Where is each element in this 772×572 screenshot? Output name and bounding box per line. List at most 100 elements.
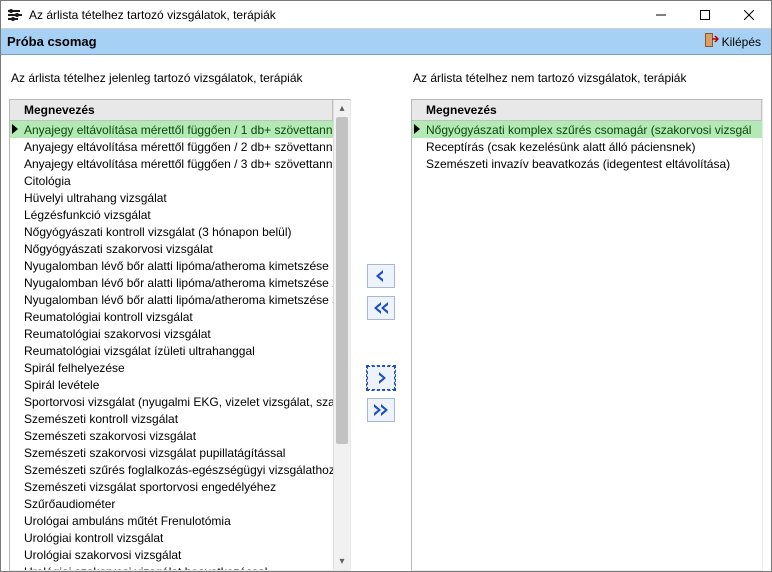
left-list-header[interactable]: Megnevezés [10, 100, 333, 121]
list-item-label: Sportorvosi vizsgálat (nyugalmi EKG, viz… [24, 395, 333, 409]
window-buttons [639, 1, 771, 28]
list-item-label: Nyugalomban lévő bőr alatti lipóma/ather… [24, 276, 333, 290]
package-label: Próba csomag [7, 34, 699, 49]
chevron-right-icon [373, 371, 389, 385]
list-item[interactable]: Reumatológiai kontroll vizsgálat [10, 308, 333, 325]
list-item-label: Spirál felhelyezése [24, 361, 125, 375]
list-item-label: Reumatológiai szakorvosi vizsgálat [24, 327, 211, 341]
list-item[interactable]: Anyajegy eltávolítása mérettől függően /… [10, 121, 333, 138]
list-item-label: Receptírás (csak kezelésünk alatt álló p… [426, 140, 695, 154]
list-item-label: Szűrőaudiométer [24, 497, 115, 511]
list-item-label: Urológiai szakorvosi vizsgálat beavatkoz… [24, 565, 267, 570]
list-item-label: Nyugalomban lévő bőr alatti lipóma/ather… [24, 293, 333, 307]
list-item[interactable]: Anyajegy eltávolítása mérettől függően /… [10, 155, 333, 172]
left-rows: Anyajegy eltávolítása mérettől függően /… [10, 121, 333, 570]
list-item[interactable]: Hüvelyi ultrahang vizsgálat [10, 189, 333, 206]
list-item[interactable]: Szemészeti vizsgálat sportorvosi engedél… [10, 478, 333, 495]
transfer-buttons [359, 55, 403, 571]
list-item[interactable]: Anyajegy eltávolítása mérettől függően /… [10, 138, 333, 155]
minimize-button[interactable] [639, 1, 683, 28]
toolbar: Próba csomag Kilépés [1, 29, 771, 55]
list-item-label: Szemészeti vizsgálat sportorvosi engedél… [24, 480, 276, 494]
list-item[interactable]: Szemészeti szűrés foglalkozás-egészségüg… [10, 461, 333, 478]
double-chevron-left-icon [373, 301, 389, 315]
left-panel-caption: Az árlista tételhez jelenleg tartozó viz… [9, 65, 351, 99]
list-item-label: Anyajegy eltávolítása mérettől függően /… [24, 123, 333, 137]
list-item-label: Reumatológiai kontroll vizsgálat [24, 310, 193, 324]
list-item[interactable]: Urológiai szakorvosi vizsgálat beavatkoz… [10, 563, 333, 570]
list-item[interactable]: Urológai ambuláns műtét Frenulotómia [10, 512, 333, 529]
maximize-button[interactable] [683, 1, 727, 28]
list-item-label: Reumatológiai vizsgálat ízületi ultrahan… [24, 344, 255, 358]
move-all-right-button[interactable] [367, 398, 395, 422]
list-item[interactable]: Receptírás (csak kezelésünk alatt álló p… [412, 138, 762, 155]
app-icon [7, 7, 23, 23]
list-item-label: Szemészeti szakorvosi vizsgálat [24, 429, 196, 443]
caret-icon [414, 124, 420, 134]
main-area: Az árlista tételhez jelenleg tartozó viz… [1, 55, 771, 571]
list-item[interactable]: Nőgyógyászati szakorvosi vizsgálat [10, 240, 333, 257]
list-item[interactable]: Urológiai szakorvosi vizsgálat [10, 546, 333, 563]
list-item[interactable]: Szemészeti kontroll vizsgálat [10, 410, 333, 427]
list-item-label: Spirál levétele [24, 378, 99, 392]
scroll-down-button[interactable]: ▾ [334, 553, 350, 570]
left-list-wrap: Megnevezés Anyajegy eltávolítása mérettő… [9, 99, 351, 571]
scroll-up-button[interactable]: ▴ [334, 100, 350, 117]
list-item[interactable]: Spirál levétele [10, 376, 333, 393]
right-list-wrap: Megnevezés Nőgyógyászati komplex szűrés … [411, 99, 763, 571]
chevron-left-icon [373, 269, 389, 283]
exit-button-label: Kilépés [722, 35, 761, 49]
move-right-button[interactable] [367, 366, 395, 390]
scroll-track[interactable] [334, 117, 350, 553]
move-left-button[interactable] [367, 264, 395, 288]
list-item-label: Szemészeti kontroll vizsgálat [24, 412, 178, 426]
list-item[interactable]: Szemészeti szakorvosi vizsgálat [10, 427, 333, 444]
list-item-label: Nyugalomban lévő bőr alatti lipóma/ather… [24, 259, 333, 273]
list-item-label: Szemészeti szakorvosi vizsgálat pupillat… [24, 446, 285, 460]
right-panel: Az árlista tételhez nem tartozó vizsgála… [403, 55, 771, 571]
list-item[interactable]: Spirál felhelyezése [10, 359, 333, 376]
list-item-label: Légzésfunkció vizsgálat [24, 208, 151, 222]
list-item-label: Szemészeti invazív beavatkozás (idegente… [426, 157, 730, 171]
exit-button[interactable]: Kilépés [699, 30, 765, 53]
right-list-header[interactable]: Megnevezés [412, 100, 762, 121]
double-chevron-right-icon [373, 403, 389, 417]
list-item[interactable]: Nyugalomban lévő bőr alatti lipóma/ather… [10, 257, 333, 274]
titlebar[interactable]: Az árlista tételhez tartozó vizsgálatok,… [1, 1, 771, 29]
right-rows: Nőgyógyászati komplex szűrés csomagár (s… [412, 121, 762, 172]
list-item-label: Szemészeti szűrés foglalkozás-egészségüg… [24, 463, 333, 477]
list-item[interactable]: Reumatológiai szakorvosi vizsgálat [10, 325, 333, 342]
list-item[interactable]: Nyugalomban lévő bőr alatti lipóma/ather… [10, 291, 333, 308]
app-window: Az árlista tételhez tartozó vizsgálatok,… [0, 0, 772, 572]
left-list[interactable]: Megnevezés Anyajegy eltávolítása mérettő… [10, 100, 333, 570]
list-item-label: Anyajegy eltávolítása mérettől függően /… [24, 157, 333, 171]
scroll-thumb[interactable] [336, 117, 348, 444]
move-all-left-button[interactable] [367, 296, 395, 320]
list-item[interactable]: Urológiai kontroll vizsgálat [10, 529, 333, 546]
list-item[interactable]: Szemészeti invazív beavatkozás (idegente… [412, 155, 762, 172]
right-list[interactable]: Megnevezés Nőgyógyászati komplex szűrés … [412, 100, 762, 570]
caret-icon [12, 124, 18, 134]
list-item[interactable]: Nőgyógyászati komplex szűrés csomagár (s… [412, 121, 762, 138]
list-item-label: Urológiai kontroll vizsgálat [24, 531, 163, 545]
window-title: Az árlista tételhez tartozó vizsgálatok,… [29, 8, 639, 22]
list-item-label: Nőgyógyászati komplex szűrés csomagár (s… [426, 123, 751, 137]
close-button[interactable] [727, 1, 771, 28]
list-item[interactable]: Nyugalomban lévő bőr alatti lipóma/ather… [10, 274, 333, 291]
list-item[interactable]: Légzésfunkció vizsgálat [10, 206, 333, 223]
left-panel: Az árlista tételhez jelenleg tartozó viz… [1, 55, 359, 571]
list-item-label: Citológia [24, 174, 71, 188]
left-scrollbar[interactable]: ▴ ▾ [333, 100, 350, 570]
list-item-label: Urológai ambuláns műtét Frenulotómia [24, 514, 231, 528]
list-item[interactable]: Szűrőaudiométer [10, 495, 333, 512]
list-item-label: Anyajegy eltávolítása mérettől függően /… [24, 140, 333, 154]
list-item-label: Nőgyógyászati szakorvosi vizsgálat [24, 242, 213, 256]
list-item-label: Nőgyógyászati kontroll vizsgálat (3 hóna… [24, 225, 292, 239]
list-item-label: Urológiai szakorvosi vizsgálat [24, 548, 181, 562]
list-item[interactable]: Sportorvosi vizsgálat (nyugalmi EKG, viz… [10, 393, 333, 410]
list-item[interactable]: Citológia [10, 172, 333, 189]
list-item[interactable]: Nőgyógyászati kontroll vizsgálat (3 hóna… [10, 223, 333, 240]
list-item[interactable]: Reumatológiai vizsgálat ízületi ultrahan… [10, 342, 333, 359]
door-icon [703, 32, 719, 51]
list-item[interactable]: Szemészeti szakorvosi vizsgálat pupillat… [10, 444, 333, 461]
